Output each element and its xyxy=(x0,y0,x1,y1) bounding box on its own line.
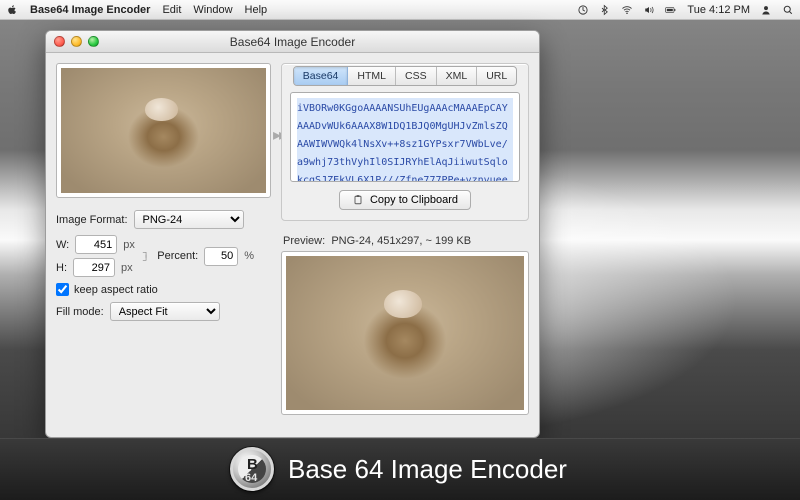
logo-number: 64 xyxy=(245,472,257,484)
menubar-clock[interactable]: Tue 4:12 PM xyxy=(687,4,750,16)
app-window: Base64 Image Encoder Image Format: PNG-2… xyxy=(45,30,540,438)
app-logo-icon: B 64 xyxy=(230,447,274,491)
encoding-panel: Base64 HTML CSS XML URL iVBORw0KGgoAAAAN… xyxy=(281,63,529,221)
tab-html[interactable]: HTML xyxy=(348,67,396,85)
menubar-app-name[interactable]: Base64 Image Encoder xyxy=(30,4,150,16)
window-title: Base64 Image Encoder xyxy=(46,35,539,49)
desktop: Base64 Image Encoder Edit Window Help Tu… xyxy=(0,0,800,500)
logo-letter: B xyxy=(247,456,258,473)
percent-input[interactable] xyxy=(204,247,238,266)
height-input[interactable] xyxy=(73,258,115,277)
spotlight-icon[interactable] xyxy=(782,4,794,16)
percent-label: Percent: xyxy=(157,250,198,262)
source-image-thumbnail[interactable] xyxy=(56,63,271,198)
width-unit: px xyxy=(123,239,135,251)
user-icon[interactable] xyxy=(760,4,772,16)
preview-label: Preview: xyxy=(283,235,325,247)
keep-aspect-checkbox[interactable] xyxy=(56,283,69,296)
source-image xyxy=(61,68,266,193)
bluetooth-icon[interactable] xyxy=(599,4,611,16)
percent-unit: % xyxy=(244,250,254,262)
volume-icon[interactable] xyxy=(643,4,655,16)
menubar-item-help[interactable]: Help xyxy=(245,4,268,16)
system-menubar: Base64 Image Encoder Edit Window Help Tu… xyxy=(0,0,800,20)
copy-to-clipboard-button[interactable]: Copy to Clipboard xyxy=(339,190,471,210)
menubar-item-window[interactable]: Window xyxy=(193,4,232,16)
banner-title: Base 64 Image Encoder xyxy=(288,454,567,485)
menubar-item-edit[interactable]: Edit xyxy=(162,4,181,16)
fill-mode-label: Fill mode: xyxy=(56,306,104,318)
window-titlebar[interactable]: Base64 Image Encoder xyxy=(46,31,539,53)
image-format-label: Image Format: xyxy=(56,214,128,226)
link-dimensions-icon[interactable]: ┐┘ xyxy=(143,248,149,264)
output-format-tabs: Base64 HTML CSS XML URL xyxy=(293,66,517,86)
height-unit: px xyxy=(121,262,133,274)
fill-mode-select[interactable]: Aspect Fit xyxy=(110,302,220,321)
battery-icon[interactable] xyxy=(665,4,677,16)
wifi-icon[interactable] xyxy=(621,4,633,16)
timemachine-icon[interactable] xyxy=(577,4,589,16)
copy-button-label: Copy to Clipboard xyxy=(370,194,458,206)
width-label: W: xyxy=(56,239,69,251)
promo-banner: B 64 Base 64 Image Encoder xyxy=(0,438,800,500)
keep-aspect-label: keep aspect ratio xyxy=(74,284,158,296)
tab-xml[interactable]: XML xyxy=(437,67,478,85)
encoded-output-text: iVBORw0KGgoAAAANSUhEUgAAAcMAAAEpCAYAAADv… xyxy=(297,103,508,182)
width-input[interactable] xyxy=(75,235,117,254)
image-format-select[interactable]: PNG-24 xyxy=(134,210,244,229)
preview-meta: PNG-24, 451x297, ~ 199 KB xyxy=(331,235,471,247)
tab-url[interactable]: URL xyxy=(477,67,516,85)
encoded-output-textarea[interactable]: iVBORw0KGgoAAAANSUhEUgAAAcMAAAEpCAYAAADv… xyxy=(290,92,520,182)
preview-image xyxy=(286,256,524,410)
preview-container xyxy=(281,251,529,415)
apple-menu-icon[interactable] xyxy=(6,4,18,16)
tab-css[interactable]: CSS xyxy=(396,67,437,85)
clipboard-icon xyxy=(352,194,364,206)
height-label: H: xyxy=(56,262,67,274)
tab-base64[interactable]: Base64 xyxy=(294,67,349,85)
